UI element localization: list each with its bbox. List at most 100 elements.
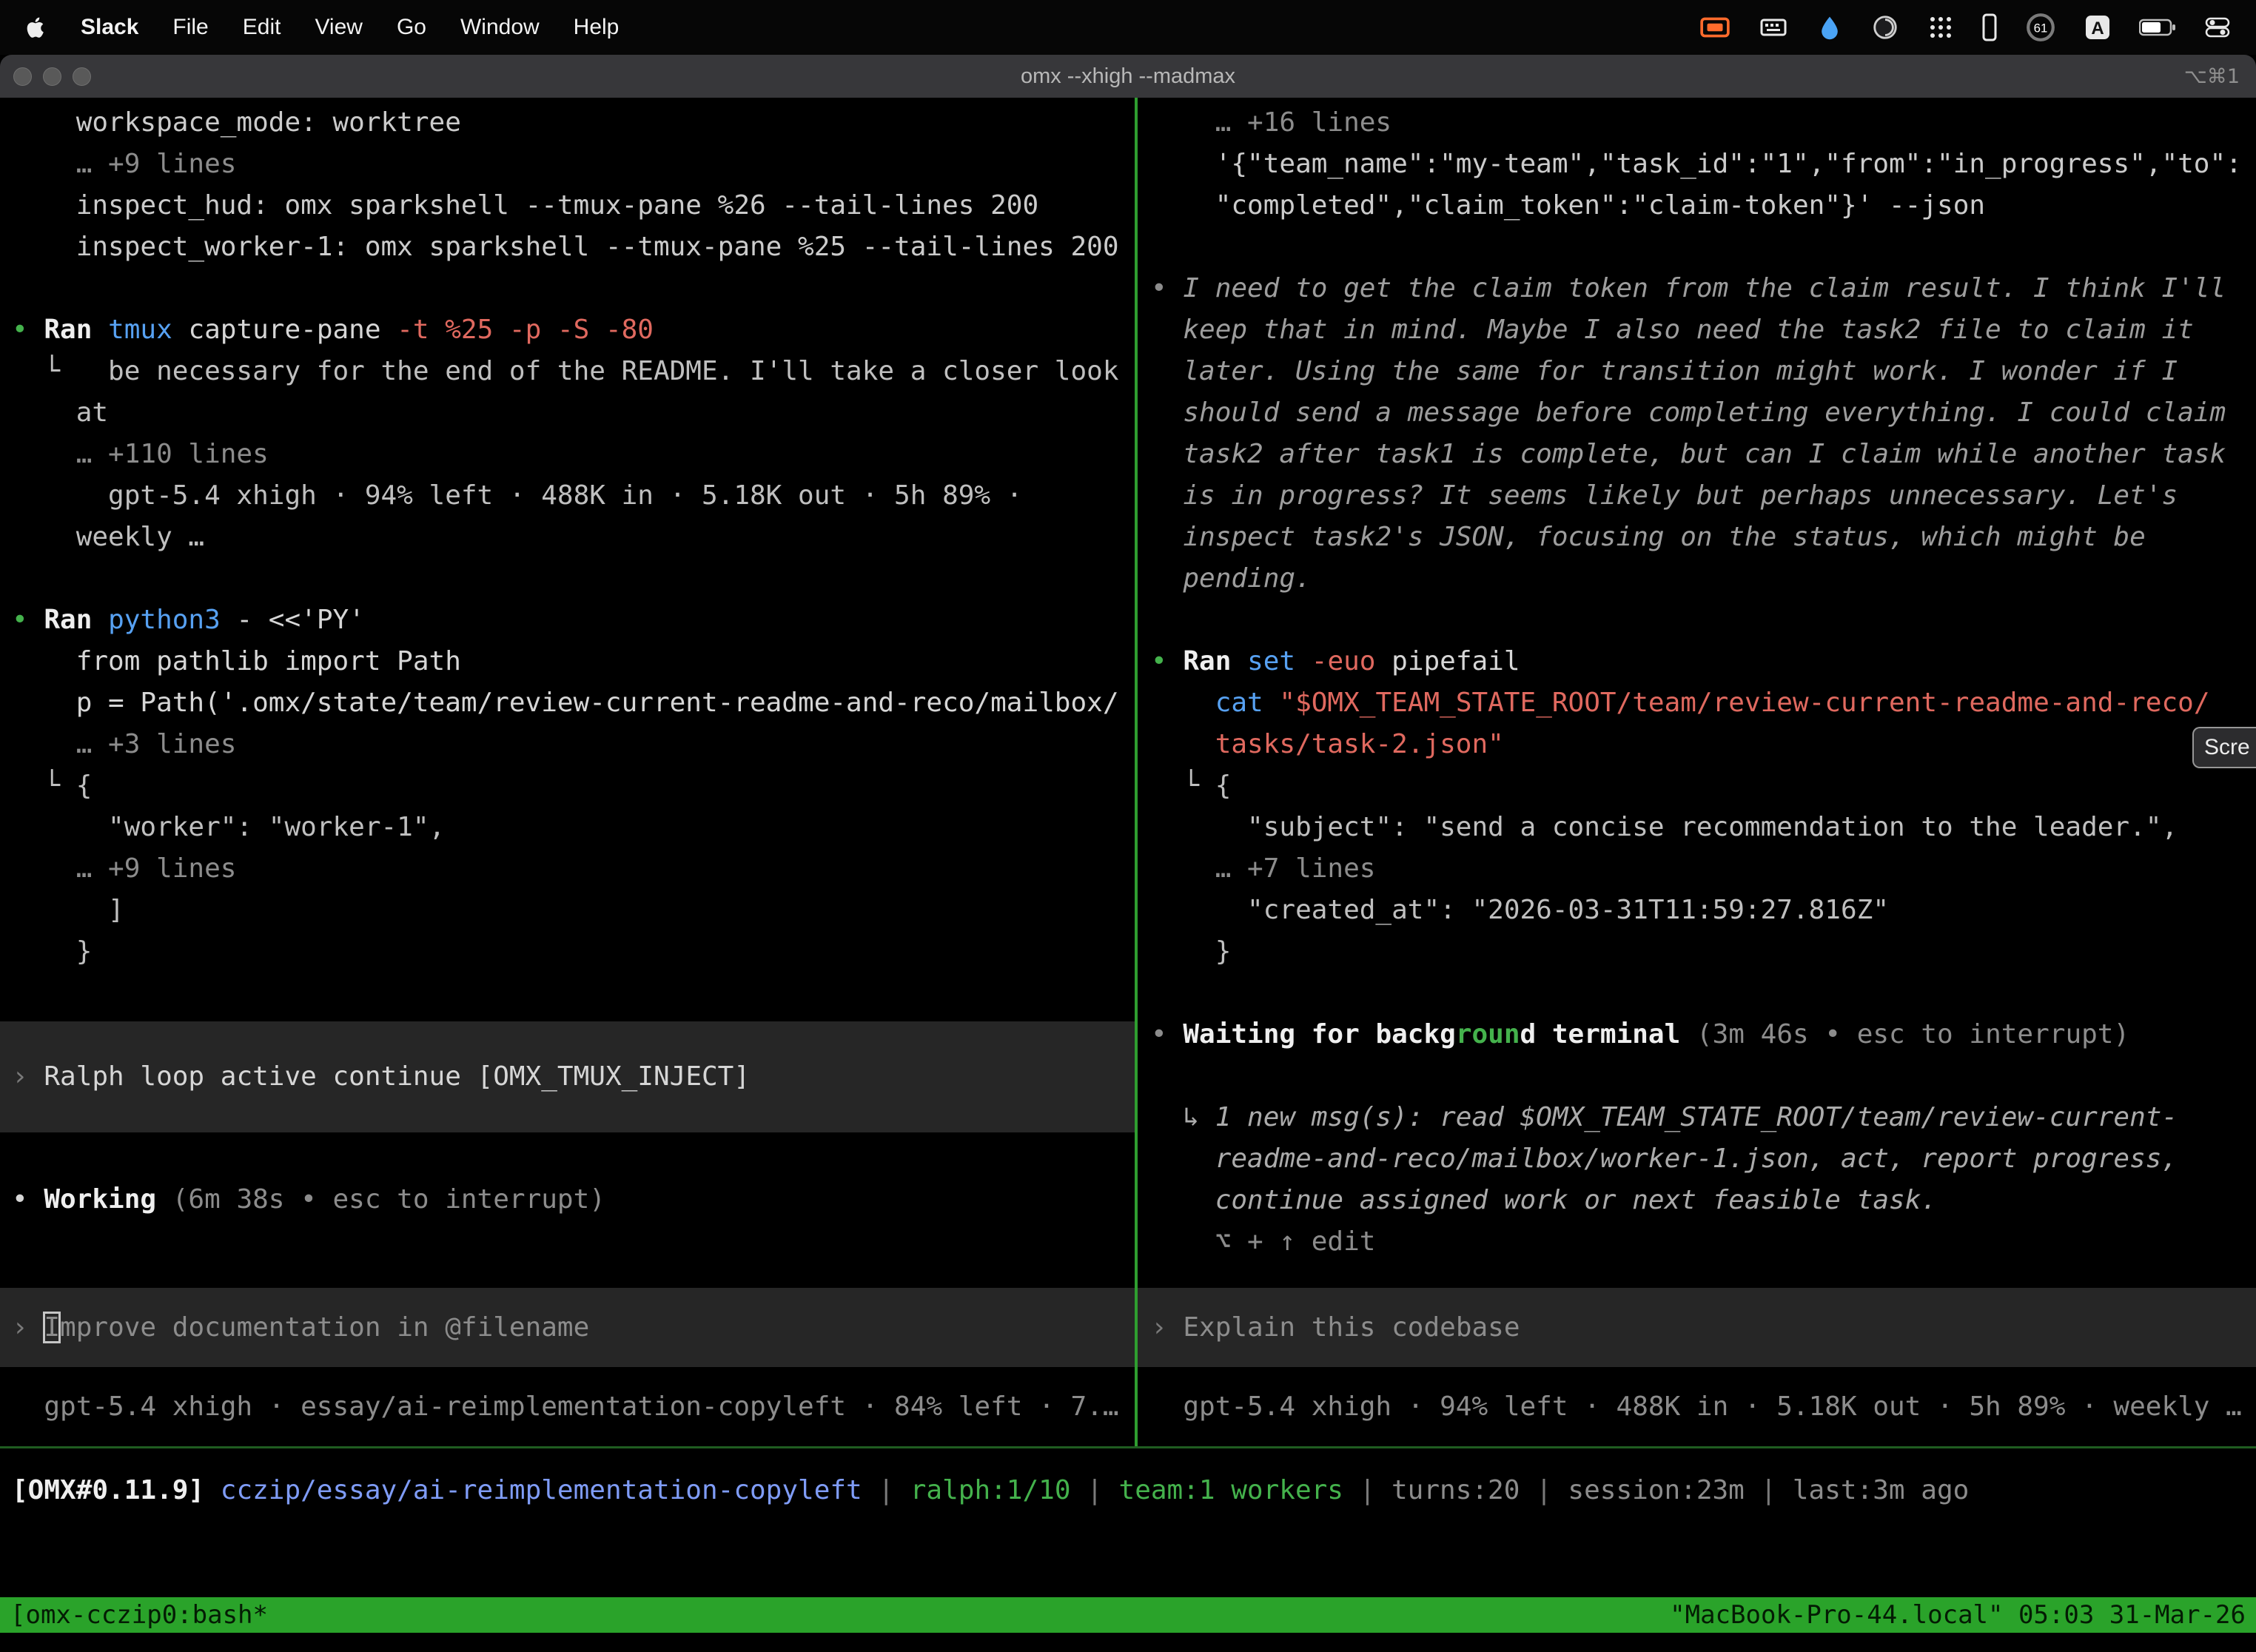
bullet-icon: • [1151, 268, 1167, 309]
blank-line [12, 558, 1135, 600]
menu-help[interactable]: Help [557, 15, 637, 40]
result-line: } [1151, 931, 2256, 973]
menu-bar: Slack File Edit View Go Window Help 61 A [0, 0, 2256, 55]
menu-view[interactable]: View [298, 15, 379, 40]
terminal: workspace_mode: worktree … +9 lines insp… [0, 98, 2256, 1652]
waiting-shimmer: roun [1456, 1019, 1520, 1050]
omx-project-path: cczip/essay/ai-reimplementation-copyleft [221, 1475, 862, 1505]
blank-line [1151, 600, 2256, 641]
ellipsis-line: … +3 lines [12, 724, 1135, 765]
waiting-status-line: • Waiting for background terminal (3m 46… [1151, 1014, 2256, 1055]
result-line: ] [12, 890, 1135, 931]
tooltip: Scre [2192, 727, 2256, 768]
thinking-text: I need to get the claim token from the c… [1183, 268, 2256, 600]
menu-bar-status-icons: 61 A [1699, 12, 2240, 43]
menu-window[interactable]: Window [443, 15, 557, 40]
menu-bar-left: Slack File Edit View Go Window Help [16, 15, 636, 40]
menu-edit[interactable]: Edit [226, 15, 298, 40]
text-cursor: I [44, 1312, 60, 1343]
command-name: set [1247, 646, 1312, 676]
ellipsis-line: … +110 lines [12, 434, 1135, 475]
prompt-chevron: › [1151, 1312, 1183, 1343]
tmux-horizontal-divider [0, 1446, 2256, 1448]
tmux-pane-right[interactable]: … +16 lines '{"team_name":"my-team","tas… [1138, 98, 2256, 1446]
prompt-chevron: › [12, 1061, 44, 1092]
apple-menu-icon[interactable] [16, 15, 64, 40]
code-line: p = Path('.omx/state/team/review-current… [12, 682, 1135, 724]
result-line: } [12, 931, 1135, 973]
blank-line [1151, 1055, 2256, 1097]
mailbox-message-line: continue assigned work or next feasible … [1151, 1180, 2256, 1221]
blank-line [1151, 226, 2256, 268]
command-arg: capture-pane [188, 315, 397, 345]
tmux-pane-left[interactable]: workspace_mode: worktree … +9 lines insp… [0, 98, 1135, 1446]
code-line: from pathlib import Path [12, 641, 1135, 682]
omx-status-line: [OMX#0.11.9] cczip/essay/ai-reimplementa… [12, 1470, 1969, 1511]
composer-placeholder: Explain this codebase [1183, 1312, 1520, 1343]
composer-input[interactable]: › Explain this codebase [1138, 1288, 2256, 1367]
droplet-icon[interactable] [1816, 14, 1843, 41]
command-name: python3 [108, 605, 236, 635]
tmux-status-bar: [omx-cczip0:bash* "MacBook-Pro-44.local"… [0, 1597, 2256, 1633]
command-flags: -t %25 -p -S -80 [397, 315, 654, 345]
composer-line: › Improve documentation in @filename [12, 1307, 589, 1349]
ran-command-line: • Ran set -euo pipefail [1151, 641, 2256, 682]
battery-gauge-icon[interactable]: 61 [2025, 12, 2056, 43]
keyboard-icon[interactable] [1759, 13, 1788, 42]
ran-label: Ran [44, 315, 108, 345]
blank-line [12, 973, 1135, 1014]
ellipsis-line: … +7 lines [1151, 848, 2256, 890]
window-title-bar[interactable]: omx --xhigh --madmax ⌥⌘1 [0, 55, 2256, 98]
pane-footer-status: gpt-5.4 xhigh · essay/ai-reimplementatio… [12, 1386, 1135, 1428]
bullet-icon: • [12, 315, 44, 345]
ran-command-line: • Ran tmux capture-pane -t %25 -p -S -80 [12, 309, 1135, 351]
window-title: omx --xhigh --madmax [0, 64, 2256, 89]
omx-ralph-status: ralph:1/10 [910, 1475, 1071, 1505]
composer-input[interactable]: › Improve documentation in @filename [0, 1288, 1135, 1367]
tooltip-text: Scre [2204, 735, 2250, 760]
waiting-label: Waiting for backg [1183, 1019, 1455, 1050]
mailbox-message-line: readme-and-reco/mailbox/worker-1.json, a… [1151, 1138, 2256, 1180]
menu-go[interactable]: Go [380, 15, 443, 40]
waiting-timer: (3m 46s • esc to interrupt) [1696, 1019, 2129, 1050]
working-status-line: • Working (6m 38s • esc to interrupt) [12, 1179, 1135, 1220]
zoom-button[interactable] [73, 67, 91, 86]
omx-session-time: session:23m [1568, 1475, 1744, 1505]
ran-label: Ran [44, 605, 108, 635]
output-line: workspace_mode: worktree [12, 102, 1135, 144]
bullet-icon: • [12, 605, 44, 635]
minimize-button[interactable] [43, 67, 61, 86]
close-button[interactable] [13, 67, 32, 86]
command-arg: pipefail [1391, 646, 1520, 676]
result-line: └ { [12, 765, 1135, 807]
injected-message-line: › Ralph loop active continue [OMX_TMUX_I… [12, 1056, 750, 1098]
input-source-icon[interactable]: A [2084, 14, 2111, 41]
input-source-letter: A [2091, 19, 2104, 38]
command-arg: - <<'PY' [236, 605, 364, 635]
battery-icon[interactable] [2139, 18, 2176, 37]
output-line: "completed","claim_token":"claim-token"}… [1151, 185, 2256, 226]
menu-file[interactable]: File [155, 15, 225, 40]
result-line: "created_at": "2026-03-31T11:59:27.816Z" [1151, 890, 2256, 931]
command-name: cat [1215, 688, 1280, 718]
screen-recording-icon[interactable] [1699, 12, 1730, 43]
output-line: '{"team_name":"my-team","task_id":"1","f… [1151, 144, 2256, 185]
pane-footer-status: gpt-5.4 xhigh · 94% left · 488K in · 5.1… [1151, 1386, 2256, 1428]
code-indent [1151, 688, 1215, 718]
dots-grid-icon[interactable] [1927, 14, 1954, 41]
swirl-app-icon[interactable] [1871, 13, 1899, 41]
control-center-icon[interactable] [2204, 14, 2231, 41]
composer-placeholder: mprove documentation in @filename [60, 1312, 589, 1343]
output-line: inspect_worker-1: omx sparkshell --tmux-… [12, 226, 1135, 268]
prompt-chevron: › [12, 1312, 44, 1343]
code-line: tasks/task-2.json" [1151, 724, 2256, 765]
result-line: └ { [1151, 765, 2256, 807]
phone-mirroring-icon[interactable] [1982, 13, 1997, 41]
ran-command-line: • Ran python3 - <<'PY' [12, 600, 1135, 641]
result-line: └ be necessary for the end of the README… [12, 351, 1135, 392]
ran-label: Ran [1183, 646, 1247, 676]
waiting-label: d terminal [1520, 1019, 1696, 1050]
ellipsis-line: … +9 lines [12, 848, 1135, 890]
app-menu-slack[interactable]: Slack [64, 15, 155, 40]
blank-line [1151, 973, 2256, 1014]
